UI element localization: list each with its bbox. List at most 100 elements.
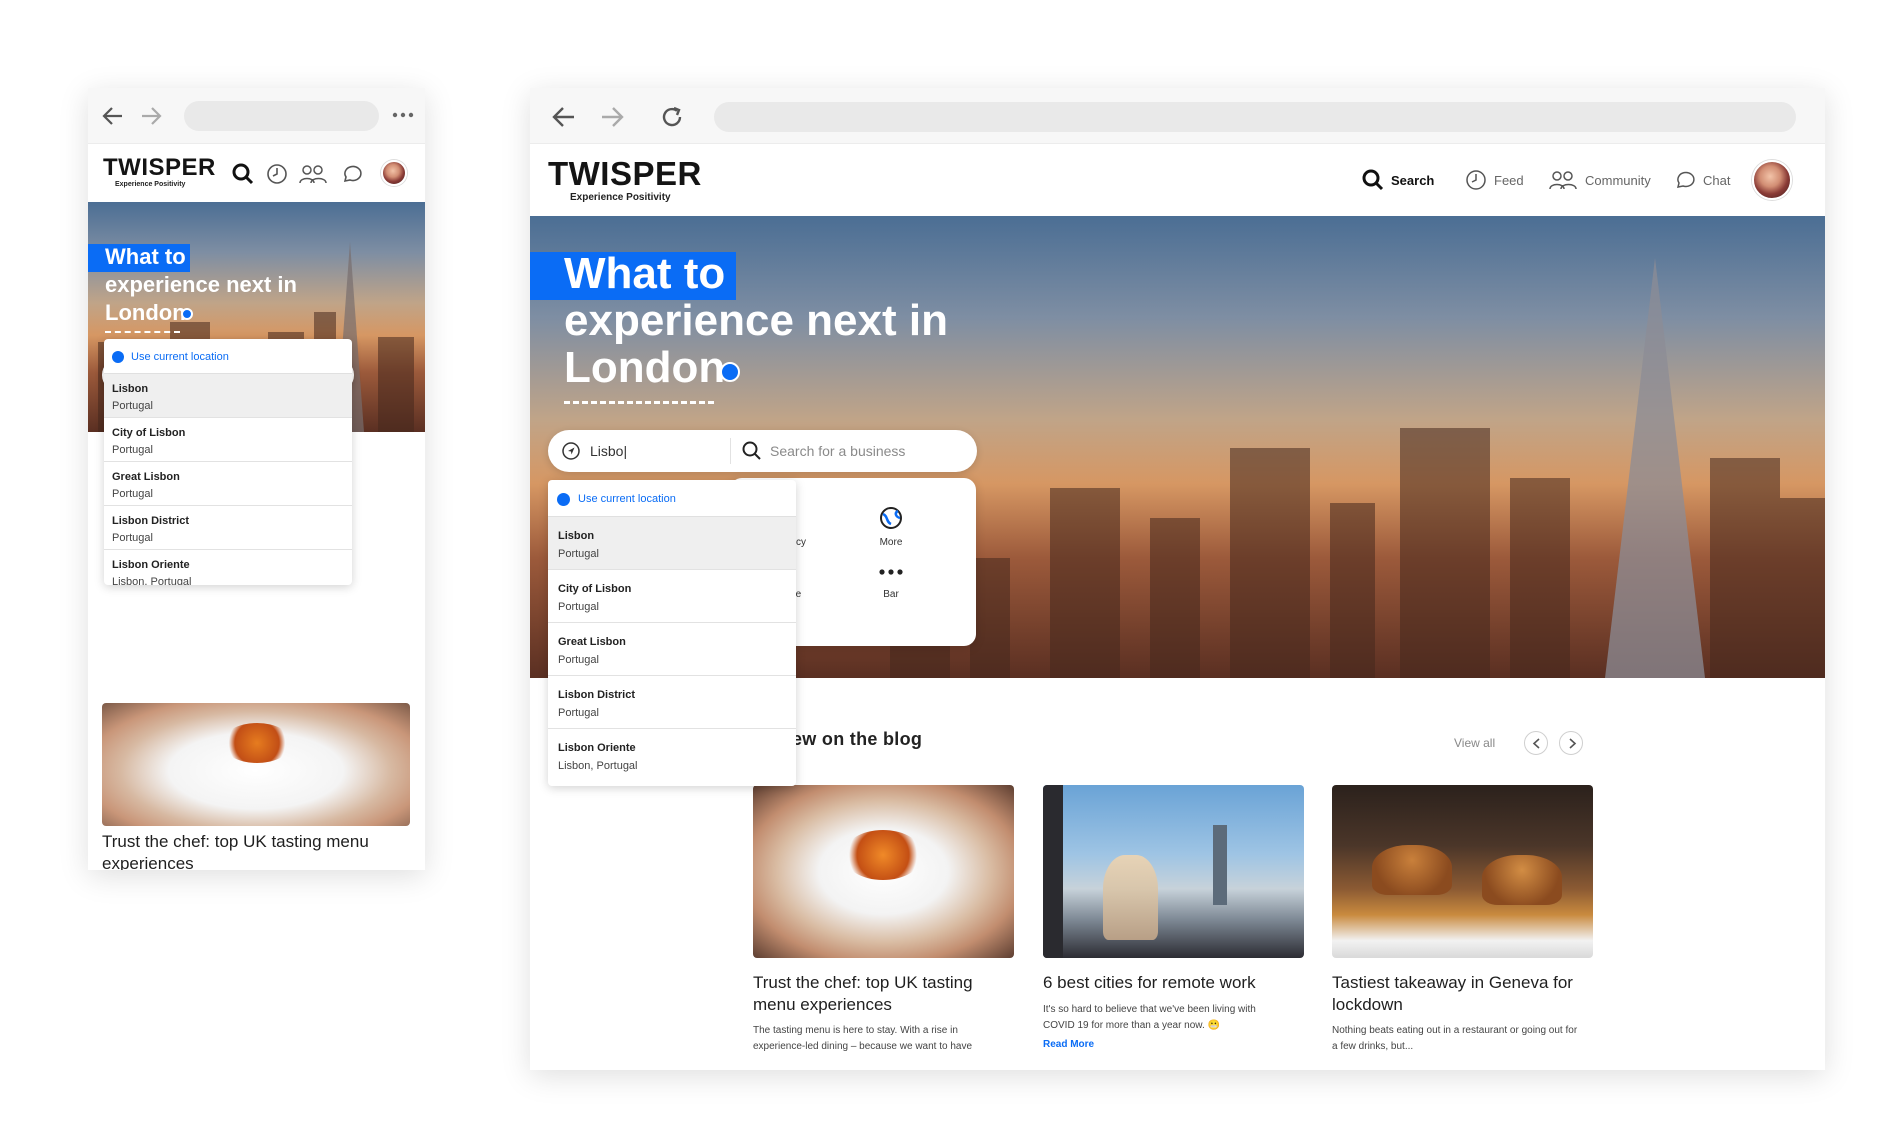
category-more[interactable]: More xyxy=(846,504,936,548)
suggestion-subtitle: Portugal xyxy=(112,488,153,500)
suggestion-item[interactable]: Lisbon Oriente Lisbon, Portugal xyxy=(104,550,352,585)
suggestion-title: Great Lisbon xyxy=(558,636,626,648)
window-frame-shape xyxy=(1043,785,1063,958)
desktop-site-header: TWISPER Experience Positivity Search Fee… xyxy=(530,144,1825,216)
view-all-link[interactable]: View all xyxy=(1454,736,1495,750)
globe-icon xyxy=(880,507,902,529)
suggestion-item[interactable]: City of Lisbon Portugal xyxy=(548,570,796,623)
chevron-left-icon xyxy=(1532,738,1540,749)
current-location-icon xyxy=(112,351,124,363)
reload-icon[interactable] xyxy=(660,105,684,129)
chat-bubble-icon[interactable] xyxy=(341,163,363,185)
mobile-browser-frame: TWISPER Experience Positivity What to ex… xyxy=(88,88,425,870)
read-more-link[interactable]: Read More xyxy=(1043,1039,1094,1050)
mobile-blog-card-image[interactable] xyxy=(102,703,410,826)
search-divider xyxy=(730,438,731,464)
blog-card-image[interactable] xyxy=(753,785,1014,958)
prev-button[interactable] xyxy=(1524,731,1548,755)
logo-tagline: Experience Positivity xyxy=(115,181,186,188)
hero-heading-line1: What to xyxy=(105,244,186,269)
suggestion-subtitle: Lisbon, Portugal xyxy=(112,576,192,585)
nav-chat[interactable]: Chat xyxy=(1674,169,1730,191)
nav-feed-label: Feed xyxy=(1494,172,1524,188)
community-icon[interactable] xyxy=(298,163,328,185)
forward-arrow-icon[interactable] xyxy=(600,106,624,128)
suggestion-title: City of Lisbon xyxy=(558,583,632,595)
business-search-input[interactable]: Search for a business xyxy=(770,443,905,459)
blog-card-image[interactable] xyxy=(1332,785,1593,958)
user-avatar[interactable] xyxy=(1752,160,1792,200)
location-input-value[interactable]: Lisbo| xyxy=(590,443,627,459)
forward-arrow-icon[interactable] xyxy=(140,106,162,126)
hero-city[interactable]: London xyxy=(564,344,725,392)
desktop-search-bar: Lisbo| Search for a business xyxy=(548,430,977,472)
nav-community[interactable]: Community xyxy=(1548,169,1651,191)
nav-search-label: Search xyxy=(1391,172,1435,188)
address-bar[interactable] xyxy=(714,102,1796,132)
back-arrow-icon[interactable] xyxy=(102,106,124,126)
community-icon xyxy=(1549,171,1577,190)
nav-chat-label: Chat xyxy=(1703,172,1731,188)
suggestion-title: Lisbon xyxy=(558,530,595,542)
search-icon[interactable] xyxy=(232,163,254,185)
category-bar[interactable]: Bar xyxy=(846,564,936,600)
more-options-icon[interactable] xyxy=(392,112,414,118)
hero-city[interactable]: London xyxy=(105,299,186,327)
feed-clock-icon xyxy=(1466,170,1486,190)
blog-card-excerpt: Nothing beats eating out in a restaurant… xyxy=(1332,1025,1578,1052)
blog-card-excerpt: It's so hard to believe that we've been … xyxy=(1043,1004,1256,1031)
blog-card-title[interactable]: Tastiest takeaway in Geneva for lockdown xyxy=(1332,972,1593,1016)
suggestion-item[interactable]: Lisbon District Portugal xyxy=(104,506,352,550)
logo-text: TWISPER xyxy=(103,154,216,181)
blog-card-title[interactable]: Trust the chef: top UK tasting menu expe… xyxy=(753,972,1014,1016)
mobile-blog-card-title[interactable]: Trust the chef: top UK tasting menu expe… xyxy=(102,831,410,870)
use-current-location-label: Use current location xyxy=(578,493,676,505)
category-label: Bar xyxy=(883,589,899,600)
logo-text: TWISPER xyxy=(548,155,702,192)
suggestion-item[interactable]: Great Lisbon Portugal xyxy=(548,623,796,676)
suggestion-title: Lisbon District xyxy=(558,689,636,701)
suggestion-item[interactable]: Lisbon Portugal xyxy=(104,374,352,418)
suggestion-item[interactable]: Lisbon Portugal xyxy=(548,517,796,570)
logo[interactable]: TWISPER Experience Positivity xyxy=(548,157,702,205)
mobile-browser-toolbar xyxy=(88,88,425,144)
search-icon xyxy=(1362,169,1384,191)
nav-community-label: Community xyxy=(1585,172,1651,188)
use-current-location[interactable]: Use current location xyxy=(548,480,796,517)
person-shape xyxy=(1103,855,1158,940)
back-arrow-icon[interactable] xyxy=(552,106,576,128)
user-avatar[interactable] xyxy=(381,160,407,186)
current-location-icon xyxy=(557,493,570,506)
mobile-location-suggestions: Use current location Lisbon Portugal Cit… xyxy=(104,339,352,585)
next-button[interactable] xyxy=(1559,731,1583,755)
suggestion-title: Lisbon xyxy=(112,383,149,395)
tower-shape xyxy=(1213,825,1227,905)
hero-heading-line2: experience next in xyxy=(105,272,297,297)
nav-feed[interactable]: Feed xyxy=(1465,169,1524,191)
logo[interactable]: TWISPER Experience Positivity xyxy=(103,156,216,190)
suggestion-item[interactable]: Lisbon District Portugal xyxy=(548,676,796,729)
food-plate-shape xyxy=(222,723,292,763)
mobile-site-header: TWISPER Experience Positivity xyxy=(88,144,425,202)
chevron-right-icon xyxy=(1569,738,1577,749)
suggestion-subtitle: Portugal xyxy=(112,532,153,544)
use-current-location-label: Use current location xyxy=(131,351,229,363)
suggestion-title: Lisbon Oriente xyxy=(558,742,636,754)
nav-search[interactable]: Search xyxy=(1362,169,1434,191)
suggestion-item[interactable]: Lisbon Oriente Lisbon, Portugal xyxy=(548,729,796,782)
desktop-browser-toolbar xyxy=(530,88,1825,144)
hero-heading-line2: experience next in xyxy=(564,296,948,345)
use-current-location[interactable]: Use current location xyxy=(104,339,352,374)
category-label: More xyxy=(879,537,903,548)
suggestion-subtitle: Portugal xyxy=(558,654,599,666)
suggestion-item[interactable]: Great Lisbon Portugal xyxy=(104,462,352,506)
suggestion-item[interactable]: City of Lisbon Portugal xyxy=(104,418,352,462)
suggestion-subtitle: Portugal xyxy=(112,400,153,412)
blog-card-image[interactable] xyxy=(1043,785,1304,958)
suggestion-subtitle: Portugal xyxy=(558,707,599,719)
feed-clock-icon[interactable] xyxy=(266,163,288,185)
search-icon xyxy=(742,441,761,460)
address-bar[interactable] xyxy=(184,101,379,131)
burger-shape xyxy=(1372,845,1452,895)
blog-card-title[interactable]: 6 best cities for remote work xyxy=(1043,972,1304,994)
